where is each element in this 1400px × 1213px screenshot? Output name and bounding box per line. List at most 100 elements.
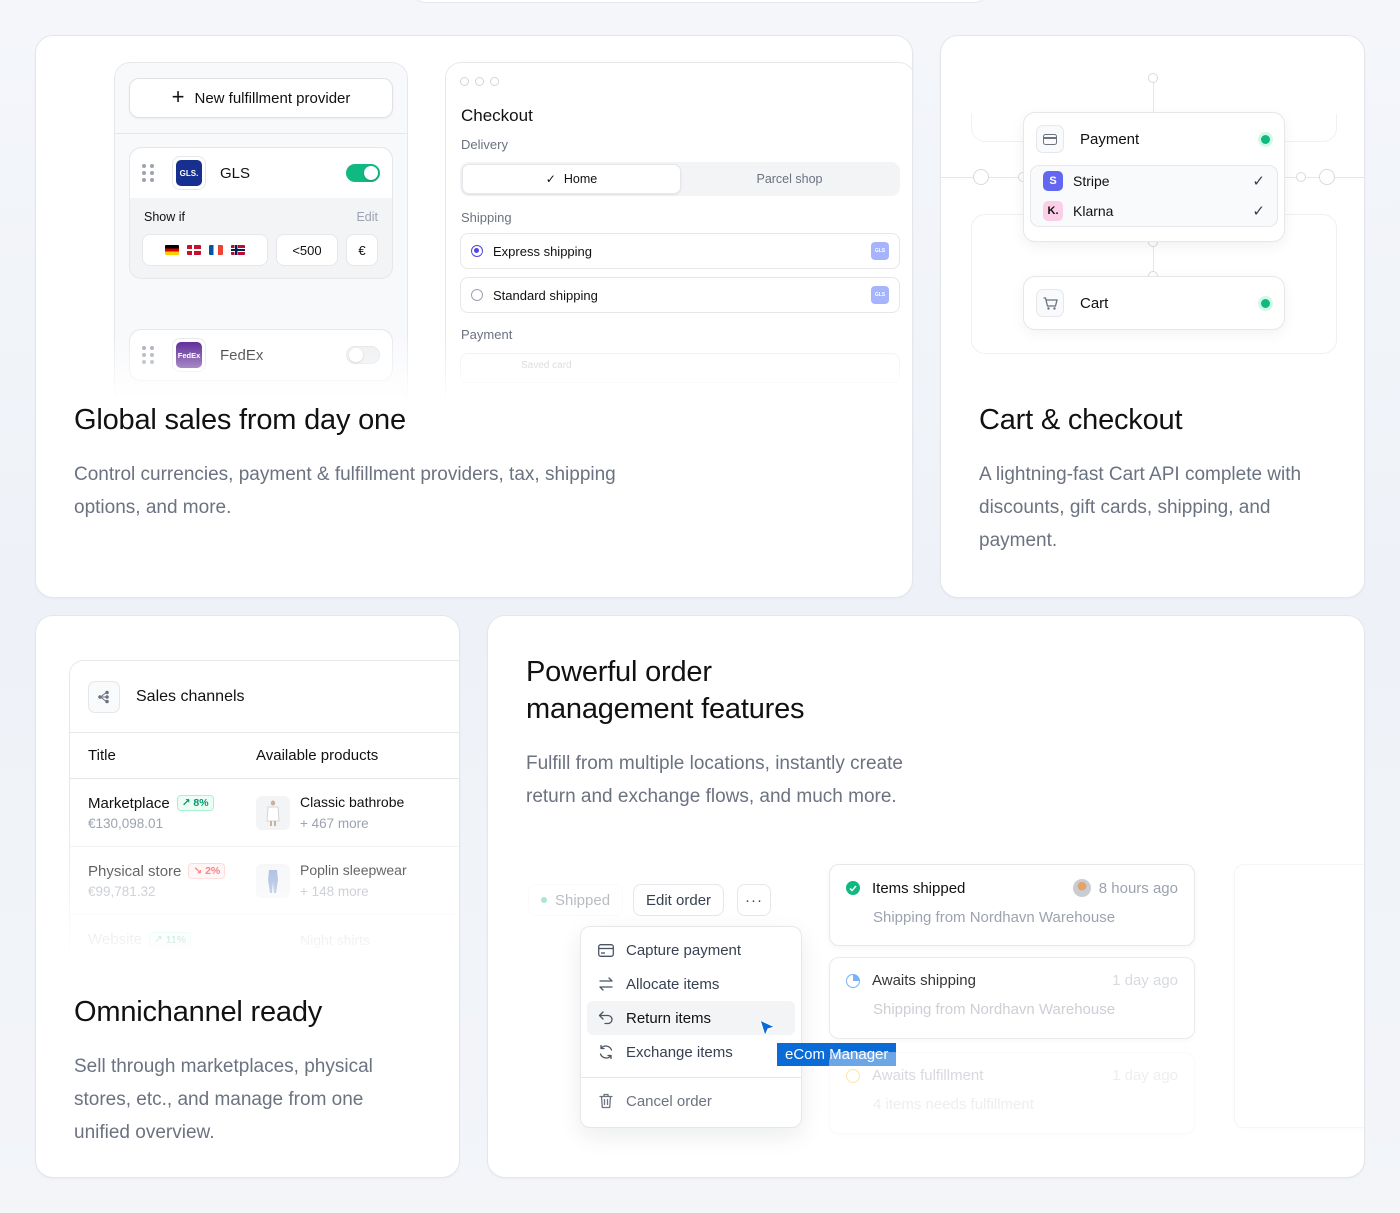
timeline-item-awaits-shipping[interactable]: Awaits shipping 1 day ago Shipping from … bbox=[829, 957, 1195, 1039]
channels-icon bbox=[88, 680, 120, 713]
shipping-option-standard[interactable]: Standard shipping GLS bbox=[460, 277, 900, 313]
payment-node[interactable]: Payment S Stripe ✓ K. Klarna ✓ bbox=[1023, 112, 1285, 242]
fulfillment-providers-panel: + New fulfillment provider GLS. GLS Show… bbox=[114, 62, 408, 402]
flow-node bbox=[1319, 169, 1335, 185]
card-description: Fulfill from multiple locations, instant… bbox=[526, 753, 903, 807]
menu-divider bbox=[581, 1077, 801, 1078]
delivery-label: Delivery bbox=[461, 137, 508, 152]
checkout-title: Checkout bbox=[461, 106, 533, 125]
menu-item-allocate-items[interactable]: Allocate items bbox=[587, 967, 795, 1001]
table-row[interactable]: Website ↗ 11% Night shirts bbox=[70, 915, 459, 965]
more-actions-button[interactable]: ··· bbox=[737, 884, 771, 916]
product-name: Poplin sleepwear bbox=[300, 862, 407, 878]
cart-checkout-card: Payment S Stripe ✓ K. Klarna ✓ Cart Cart… bbox=[940, 35, 1365, 598]
fedex-enabled-toggle[interactable] bbox=[346, 346, 380, 364]
shipping-option-express[interactable]: Express shipping GLS bbox=[460, 233, 900, 269]
arrows-swap-icon bbox=[597, 977, 615, 991]
provider-name: GLS bbox=[220, 164, 251, 182]
table-row[interactable]: Marketplace ↗ 8% €130,098.01 Classic bat… bbox=[70, 779, 459, 847]
product-more: + 148 more bbox=[300, 884, 369, 899]
channel-name: Website bbox=[88, 931, 142, 948]
pending-circle-icon bbox=[846, 1068, 860, 1083]
denmark-flag-icon bbox=[187, 245, 201, 255]
product-thumbnail bbox=[256, 795, 290, 830]
timeline-subtitle: Shipping from Nordhavn Warehouse bbox=[873, 1001, 1116, 1018]
radio-icon bbox=[471, 289, 483, 301]
mouse-cursor-icon bbox=[758, 1018, 778, 1045]
status-badge: Shipped bbox=[528, 884, 624, 916]
window-controls bbox=[460, 77, 499, 86]
delivery-option-home[interactable]: ✓ Home bbox=[462, 164, 681, 194]
status-dot-icon bbox=[541, 897, 547, 903]
currency-condition[interactable]: € bbox=[346, 234, 378, 266]
germany-flag-icon bbox=[165, 245, 179, 255]
timeline-item-awaits-fulfillment[interactable]: Awaits fulfillment 1 day ago 4 items nee… bbox=[829, 1052, 1195, 1134]
checkout-panel: Checkout Delivery ✓ Home Parcel shop Shi… bbox=[445, 62, 912, 402]
status-active-icon bbox=[1261, 298, 1270, 308]
payment-method-klarna[interactable]: K. Klarna ✓ bbox=[1031, 196, 1277, 226]
panel-title: Sales channels bbox=[136, 687, 245, 705]
card-title: Powerful order management features bbox=[526, 656, 805, 725]
product-more: + 467 more bbox=[300, 816, 369, 831]
table-row[interactable]: Physical store ↘ 2% €99,781.32 Poplin sl… bbox=[70, 847, 459, 915]
card-title: Cart & checkout bbox=[979, 404, 1183, 436]
check-icon: ✓ bbox=[1252, 173, 1265, 190]
france-flag-icon bbox=[209, 245, 223, 255]
delivery-option-parcel-shop[interactable]: Parcel shop bbox=[681, 164, 898, 194]
trash-icon bbox=[597, 1093, 615, 1109]
product-name: Classic bathrobe bbox=[300, 794, 405, 810]
trend-up-badge: ↗ 8% bbox=[176, 795, 214, 811]
divider bbox=[115, 133, 407, 134]
return-arrow-icon bbox=[597, 1011, 615, 1025]
menu-item-cancel-order[interactable]: Cancel order bbox=[587, 1084, 795, 1118]
timeline-title: Items shipped bbox=[872, 879, 966, 897]
drag-handle-icon[interactable] bbox=[142, 346, 154, 364]
flow-node bbox=[1296, 172, 1306, 182]
omnichannel-card: Sales channels Title Available products … bbox=[35, 615, 460, 1178]
gls-enabled-toggle[interactable] bbox=[346, 164, 380, 182]
check-icon: ✓ bbox=[1252, 203, 1265, 220]
norway-flag-icon bbox=[231, 245, 245, 255]
edit-order-button[interactable]: Edit order bbox=[633, 884, 725, 916]
timeline-time: 8 hours ago bbox=[1098, 879, 1178, 897]
timeline-ghost-card bbox=[1234, 864, 1364, 1128]
payment-methods-list: S Stripe ✓ K. Klarna ✓ bbox=[1030, 165, 1278, 227]
credit-card-icon bbox=[1036, 125, 1064, 153]
provider-name: FedEx bbox=[220, 346, 264, 364]
product-thumbnail bbox=[256, 930, 290, 950]
cart-icon bbox=[1036, 289, 1064, 317]
payment-label: Payment bbox=[1080, 130, 1140, 148]
timeline-title: Awaits shipping bbox=[872, 972, 976, 989]
country-selector[interactable] bbox=[142, 234, 268, 266]
edit-link[interactable]: Edit bbox=[356, 210, 378, 224]
timeline-subtitle: 4 items needs fulfillment bbox=[873, 1096, 1034, 1113]
payment-label: Payment bbox=[461, 327, 513, 342]
trend-down-badge: ↘ 2% bbox=[188, 863, 226, 879]
sales-channels-panel: Sales channels Title Available products … bbox=[69, 660, 459, 965]
card-title: Omnichannel ready bbox=[74, 996, 323, 1028]
column-title: Title bbox=[88, 747, 116, 764]
payment-method-stripe[interactable]: S Stripe ✓ bbox=[1031, 166, 1277, 196]
timeline-subtitle: Shipping from Nordhavn Warehouse bbox=[873, 909, 1116, 926]
order-management-card: Powerful order management features Fulfi… bbox=[487, 615, 1365, 1178]
credit-card-icon bbox=[597, 943, 615, 957]
menu-item-capture-payment[interactable]: Capture payment bbox=[587, 933, 795, 967]
flow-node bbox=[1148, 73, 1158, 83]
new-fulfillment-provider-button[interactable]: + New fulfillment provider bbox=[129, 78, 393, 118]
radio-selected-icon bbox=[471, 245, 483, 257]
timeline-title: Awaits fulfillment bbox=[872, 1067, 984, 1084]
plus-icon: + bbox=[171, 84, 185, 109]
cart-label: Cart bbox=[1080, 294, 1109, 312]
drag-handle-icon[interactable] bbox=[142, 164, 154, 182]
flow-connector bbox=[1153, 78, 1154, 112]
check-circle-icon bbox=[846, 881, 860, 895]
top-nav-pill bbox=[410, 0, 990, 3]
amount-condition[interactable]: <500 bbox=[276, 234, 338, 266]
gls-mini-logo: GLS bbox=[871, 286, 889, 304]
timeline-item-shipped[interactable]: Items shipped 8 hours ago Shipping from … bbox=[829, 864, 1195, 946]
card-title: Global sales from day one bbox=[74, 404, 406, 436]
cart-node[interactable]: Cart bbox=[1023, 276, 1285, 330]
saved-card-option[interactable]: Saved card bbox=[460, 353, 900, 383]
fedex-logo: FedEx bbox=[172, 338, 206, 372]
avatar bbox=[1072, 879, 1091, 897]
